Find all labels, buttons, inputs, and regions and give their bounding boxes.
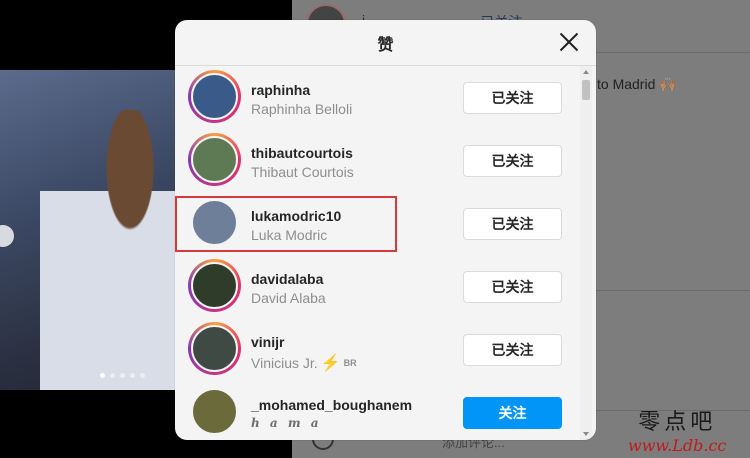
list-item: thibautcourtois Thibaut Courtois 已关注 <box>175 129 580 192</box>
username[interactable]: vinijr <box>251 334 284 350</box>
full-name: h a m a <box>251 416 322 430</box>
avatar-image <box>191 388 238 435</box>
following-button[interactable]: 已关注 <box>463 208 562 240</box>
avatar-image <box>191 73 238 120</box>
avatar-image <box>191 136 238 183</box>
list-item: _mohamed_boughanem h a m a 关注 <box>175 381 580 440</box>
list-item: raphinha Raphinha Belloli 已关注 <box>175 66 580 129</box>
dialog-title: 赞 <box>377 36 394 54</box>
watermark: 零点吧 www.Ldb.cc <box>628 404 726 455</box>
country-badge: BR <box>343 358 357 368</box>
full-name: Raphinha Belloli <box>251 101 353 117</box>
username[interactable]: davidalaba <box>251 271 323 287</box>
post-caption: to Madrid 🙌🏽 <box>597 76 677 92</box>
avatar-image <box>191 262 238 309</box>
full-name: Vinicius Jr. ⚡ BR <box>251 353 357 373</box>
avatar[interactable] <box>188 70 241 123</box>
likes-list[interactable]: raphinha Raphinha Belloli 已关注 thibautcou… <box>175 66 596 440</box>
full-name: David Alaba <box>251 290 326 306</box>
scrollbar-thumb[interactable] <box>582 80 590 100</box>
scrollbar[interactable] <box>580 66 592 440</box>
avatar[interactable] <box>188 133 241 186</box>
follow-button[interactable]: 关注 <box>463 397 562 429</box>
following-button[interactable]: 已关注 <box>463 82 562 114</box>
full-name-text: Vinicius Jr. <box>251 355 318 371</box>
lightning-icon: ⚡ <box>320 355 341 372</box>
likes-dialog: 赞 raphinha Raphinha Belloli 已关注 thibautc… <box>175 20 596 440</box>
avatar[interactable] <box>188 322 241 375</box>
avatar[interactable] <box>188 385 241 438</box>
username[interactable]: _mohamed_boughanem <box>251 397 412 413</box>
carousel-dots <box>100 373 145 378</box>
close-icon[interactable] <box>558 31 580 53</box>
following-button[interactable]: 已关注 <box>463 334 562 366</box>
username[interactable]: thibautcourtois <box>251 145 353 161</box>
list-item: vinijr Vinicius Jr. ⚡ BR 已关注 <box>175 318 580 381</box>
scroll-up-icon[interactable] <box>583 70 589 74</box>
dialog-header: 赞 <box>175 20 596 66</box>
watermark-chinese: 零点吧 <box>638 410 717 435</box>
highlight-box <box>175 196 397 252</box>
previous-photo-button[interactable] <box>0 225 14 247</box>
following-button[interactable]: 已关注 <box>463 145 562 177</box>
following-button[interactable]: 已关注 <box>463 271 562 303</box>
avatar[interactable] <box>188 259 241 312</box>
full-name: Thibaut Courtois <box>251 164 354 180</box>
watermark-url: www.Ldb.cc <box>628 436 727 455</box>
scroll-down-icon[interactable] <box>583 432 589 436</box>
avatar-image <box>191 325 238 372</box>
list-item: davidalaba David Alaba 已关注 <box>175 255 580 318</box>
username[interactable]: raphinha <box>251 82 310 98</box>
